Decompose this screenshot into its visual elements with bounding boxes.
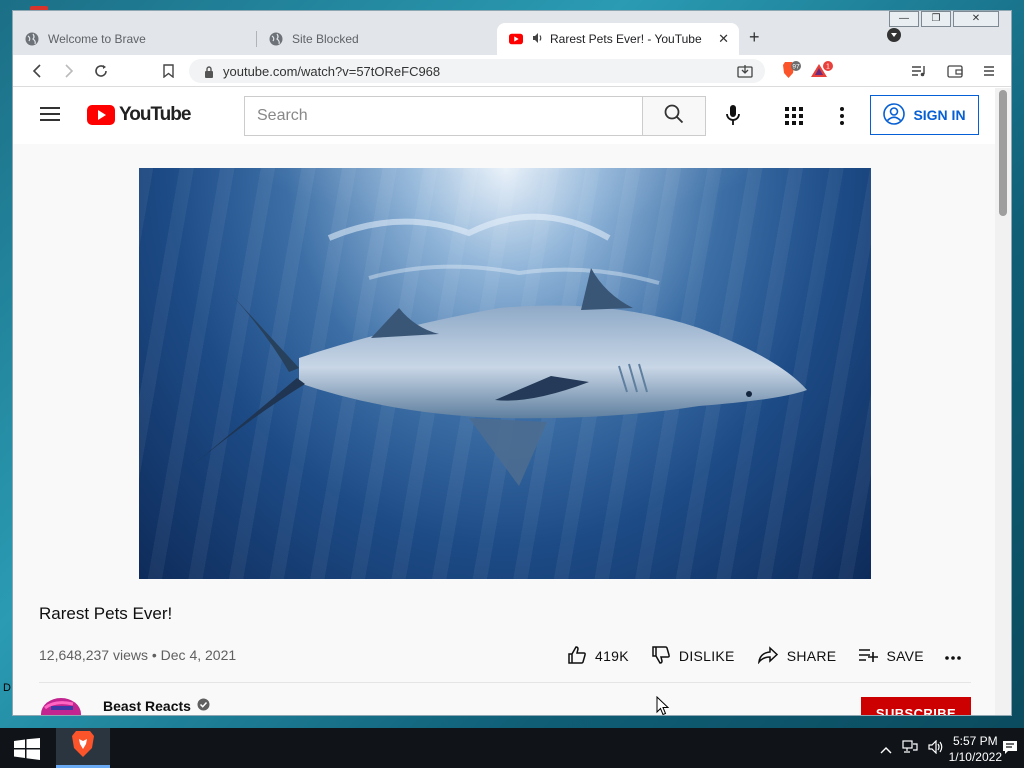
browser-window: — ❐ ✕ Welcome to Brave Site Blocked Rare… bbox=[12, 10, 1012, 716]
reload-icon[interactable] bbox=[91, 61, 111, 81]
search-button[interactable] bbox=[642, 96, 706, 136]
rewards-count: 1 bbox=[826, 64, 830, 71]
volume-icon[interactable] bbox=[928, 739, 944, 759]
windows-start-icon[interactable] bbox=[14, 738, 40, 765]
video-player[interactable] bbox=[139, 168, 871, 579]
clock-time: 5:57 PM bbox=[952, 734, 998, 748]
like-button[interactable]: 419K bbox=[567, 645, 629, 668]
youtube-logo[interactable]: YouTube bbox=[87, 104, 191, 126]
subscribe-button[interactable]: SUBSCRIBE bbox=[861, 697, 971, 715]
tab-site-blocked[interactable]: Site Blocked bbox=[257, 23, 497, 55]
tab-welcome[interactable]: Welcome to Brave bbox=[13, 23, 257, 55]
speaker-icon[interactable] bbox=[532, 32, 544, 47]
tab-label: Site Blocked bbox=[292, 32, 359, 46]
youtube-header: YouTube Search SIGN IN bbox=[13, 88, 997, 144]
more-horizontal-icon bbox=[944, 648, 962, 664]
video-metadata: 12,648,237 views • Dec 4, 2021 bbox=[39, 647, 236, 663]
menu-icon[interactable] bbox=[979, 61, 999, 81]
tab-label: Welcome to Brave bbox=[48, 32, 146, 46]
brave-rewards-icon[interactable]: 1 bbox=[808, 61, 836, 81]
back-icon[interactable] bbox=[27, 61, 47, 81]
thumbs-down-icon bbox=[651, 645, 671, 668]
playlist-add-icon bbox=[858, 647, 879, 666]
verified-badge-icon bbox=[197, 698, 210, 714]
taskbar-clock[interactable]: 5:57 PM 1/10/2022 bbox=[949, 733, 1002, 765]
youtube-icon bbox=[509, 32, 523, 46]
sign-in-label: SIGN IN bbox=[913, 107, 966, 123]
playlist-icon[interactable] bbox=[909, 61, 929, 81]
lock-icon[interactable] bbox=[204, 65, 214, 83]
desktop-text-peek: D bbox=[3, 682, 11, 694]
close-tab-icon[interactable]: ✕ bbox=[718, 31, 729, 47]
tab-label: Rarest Pets Ever! - YouTube bbox=[550, 32, 702, 46]
notification-icon[interactable] bbox=[1002, 740, 1018, 760]
tab-search-dropdown-icon[interactable] bbox=[887, 28, 901, 42]
brave-shields-icon[interactable]: 97 bbox=[775, 61, 803, 81]
dislike-button[interactable]: DISLIKE bbox=[651, 645, 735, 668]
windows-taskbar: 5:57 PM 1/10/2022 bbox=[0, 728, 1024, 768]
tab-youtube-active[interactable]: Rarest Pets Ever! - YouTube ✕ bbox=[497, 23, 739, 55]
channel-avatar[interactable] bbox=[39, 694, 87, 715]
share-button[interactable]: SHARE bbox=[757, 645, 837, 667]
scrollbar-thumb[interactable] bbox=[999, 90, 1007, 216]
view-count: 12,648,237 views bbox=[39, 647, 148, 663]
share-label: SHARE bbox=[786, 648, 837, 664]
share-icon bbox=[757, 645, 779, 667]
upload-date: Dec 4, 2021 bbox=[160, 647, 237, 663]
apps-grid-icon[interactable] bbox=[785, 107, 803, 130]
globe-icon bbox=[269, 32, 283, 46]
save-label: SAVE bbox=[886, 648, 924, 664]
new-tab-button[interactable]: + bbox=[749, 27, 760, 48]
brave-taskbar-button[interactable] bbox=[56, 728, 110, 768]
browser-toolbar: youtube.com/watch?v=57tOReFC968 97 1 bbox=[13, 55, 1011, 87]
address-bar[interactable]: youtube.com/watch?v=57tOReFC968 bbox=[189, 59, 765, 83]
minimize-button[interactable]: — bbox=[889, 11, 919, 27]
video-actions: 419K DISLIKE SHARE SAVE bbox=[567, 638, 962, 674]
bookmark-icon[interactable] bbox=[158, 61, 178, 81]
video-title: Rarest Pets Ever! bbox=[39, 604, 173, 623]
like-count: 419K bbox=[595, 648, 629, 664]
chevron-up-icon[interactable] bbox=[880, 741, 892, 759]
account-icon bbox=[883, 102, 906, 128]
mouse-cursor-icon bbox=[656, 695, 670, 721]
voice-search-icon[interactable] bbox=[723, 104, 743, 131]
youtube-play-icon bbox=[87, 105, 115, 125]
channel-info[interactable]: Beast Reacts bbox=[103, 698, 210, 714]
page-scrollbar[interactable] bbox=[995, 88, 1011, 715]
settings-more-icon[interactable] bbox=[839, 106, 845, 131]
shields-count: 97 bbox=[792, 64, 800, 71]
globe-icon bbox=[25, 32, 39, 46]
search-input[interactable] bbox=[245, 97, 642, 135]
search-box bbox=[244, 96, 643, 136]
youtube-logo-text: YouTube bbox=[119, 104, 191, 125]
network-icon[interactable] bbox=[902, 740, 918, 759]
separator-dot: • bbox=[151, 647, 161, 663]
dislike-label: DISLIKE bbox=[678, 648, 735, 664]
tab-strip: Welcome to Brave Site Blocked Rarest Pet… bbox=[13, 11, 1011, 55]
guide-menu-icon[interactable] bbox=[40, 107, 60, 121]
close-window-button[interactable]: ✕ bbox=[953, 11, 999, 27]
save-button[interactable]: SAVE bbox=[858, 647, 924, 666]
sign-in-button[interactable]: SIGN IN bbox=[870, 95, 979, 135]
thumbs-up-icon bbox=[567, 645, 587, 668]
maximize-button[interactable]: ❐ bbox=[921, 11, 951, 27]
more-actions-button[interactable] bbox=[944, 648, 962, 664]
forward-icon[interactable] bbox=[59, 61, 79, 81]
clock-date: 1/10/2022 bbox=[948, 750, 1002, 764]
brave-lion-icon bbox=[70, 730, 96, 763]
divider bbox=[39, 682, 971, 683]
window-controls: — ❐ ✕ bbox=[889, 11, 999, 27]
wallet-icon[interactable] bbox=[945, 61, 965, 81]
url-text: youtube.com/watch?v=57tOReFC968 bbox=[223, 64, 441, 79]
youtube-page: YouTube Search SIGN IN Rarest Pets Ever!… bbox=[13, 88, 997, 715]
search-icon bbox=[664, 104, 684, 129]
system-tray bbox=[880, 739, 944, 759]
install-app-icon[interactable] bbox=[735, 61, 755, 81]
channel-name: Beast Reacts bbox=[103, 698, 191, 714]
video-frame-shark bbox=[187, 168, 807, 486]
